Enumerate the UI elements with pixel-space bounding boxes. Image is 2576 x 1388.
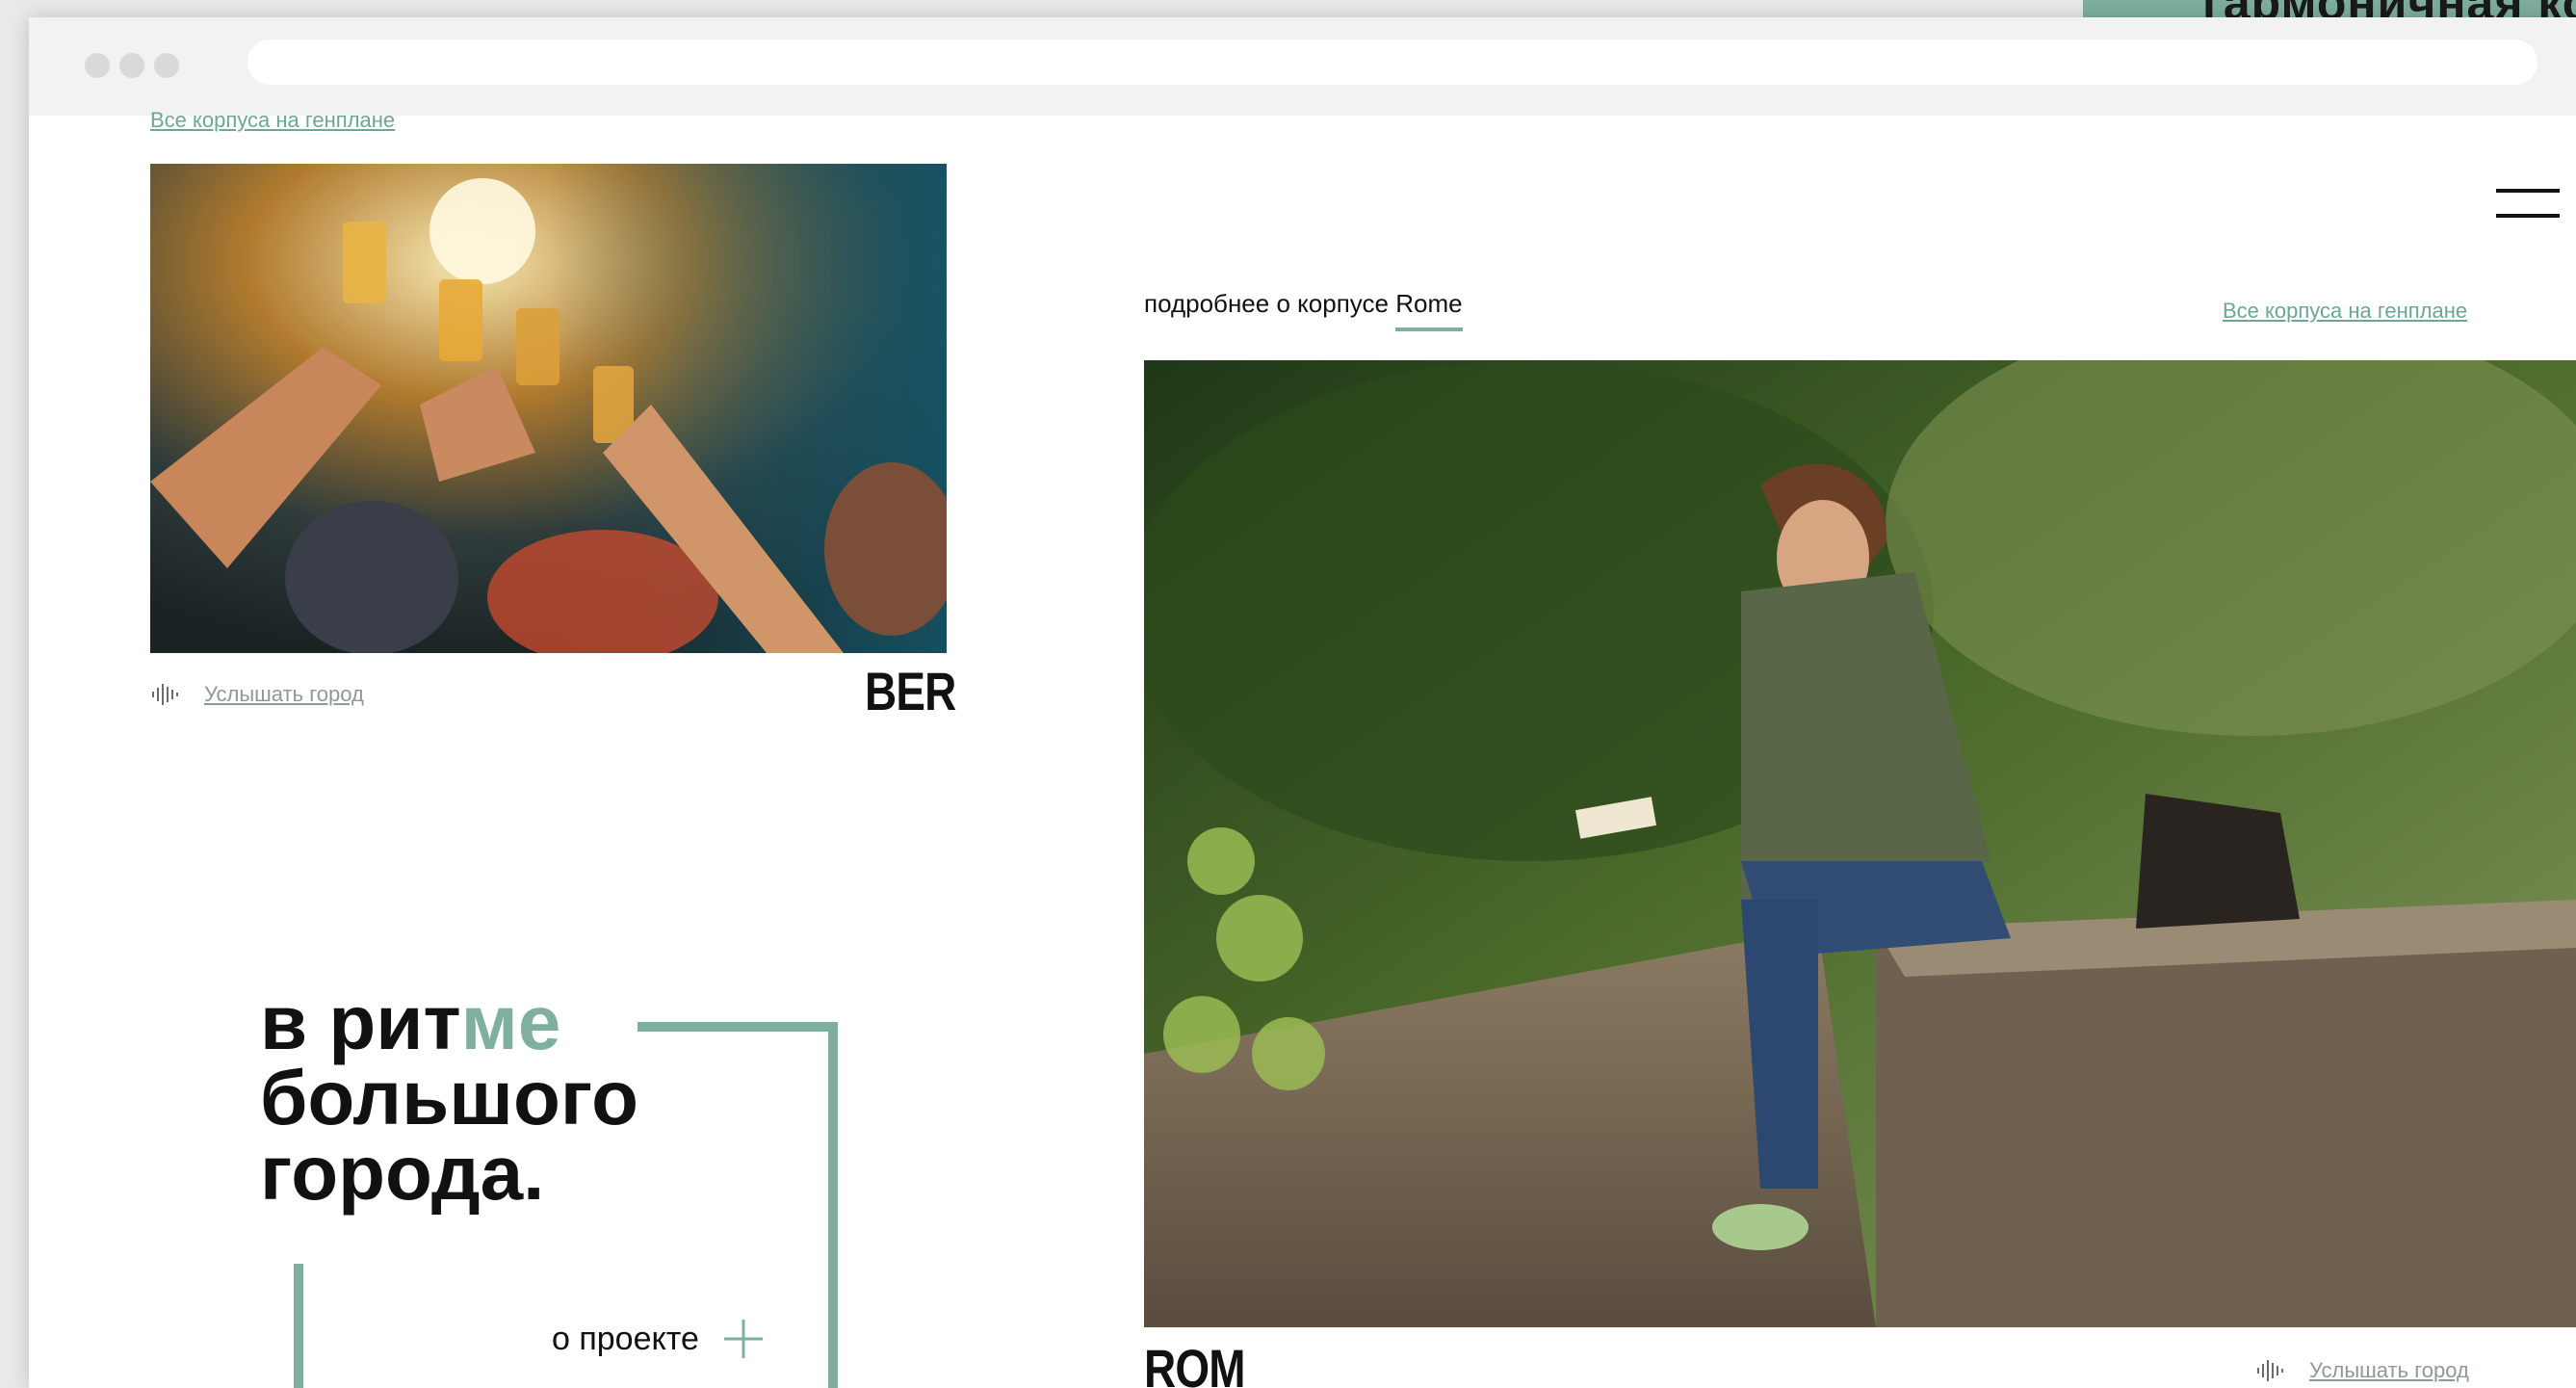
browser-window: Все корпуса на генплане Услышать город B… bbox=[29, 17, 2576, 1388]
about-project-button[interactable]: о проекте bbox=[552, 1318, 765, 1360]
window-maximize-dot[interactable] bbox=[154, 53, 179, 78]
rome-details-prefix: подробнее о корпусе bbox=[1144, 289, 1396, 318]
rome-photo bbox=[1144, 360, 2576, 1327]
slogan-line3: города. bbox=[260, 1130, 545, 1216]
slogan-heading: в ритме большого города. bbox=[260, 984, 638, 1216]
all-buildings-link[interactable]: Все корпуса на генплане bbox=[2223, 299, 2467, 324]
window-close-dot[interactable] bbox=[85, 53, 110, 78]
rom-code: ROM bbox=[1144, 1338, 1245, 1388]
rome-listen-link[interactable]: Услышать город bbox=[2309, 1358, 2469, 1383]
sound-wave-icon bbox=[152, 684, 178, 705]
ber-listen-city[interactable]: Услышать город bbox=[150, 682, 364, 707]
window-minimize-dot[interactable] bbox=[119, 53, 144, 78]
all-buildings-link-top[interactable]: Все корпуса на генплане bbox=[150, 108, 395, 133]
slogan-line1-a: в рит bbox=[260, 980, 461, 1065]
rome-listen-city[interactable]: Услышать город bbox=[2255, 1358, 2469, 1383]
rome-details-accent: Rome bbox=[1395, 289, 1463, 331]
address-bar[interactable] bbox=[247, 39, 2537, 85]
slogan-line2: большого bbox=[260, 1055, 638, 1140]
browser-toolbar bbox=[29, 17, 2576, 116]
slogan-line1-accent: ме bbox=[460, 980, 561, 1065]
ber-code: BER bbox=[865, 661, 956, 721]
ber-listen-link[interactable]: Услышать город bbox=[204, 682, 364, 707]
sound-wave-icon bbox=[2257, 1360, 2283, 1381]
plus-icon bbox=[723, 1320, 763, 1358]
rome-details-label[interactable]: подробнее о корпусе Rome bbox=[1144, 289, 1463, 331]
hamburger-menu-icon[interactable] bbox=[2496, 189, 2560, 220]
about-project-label: о проекте bbox=[552, 1320, 699, 1357]
ber-photo bbox=[150, 164, 947, 653]
